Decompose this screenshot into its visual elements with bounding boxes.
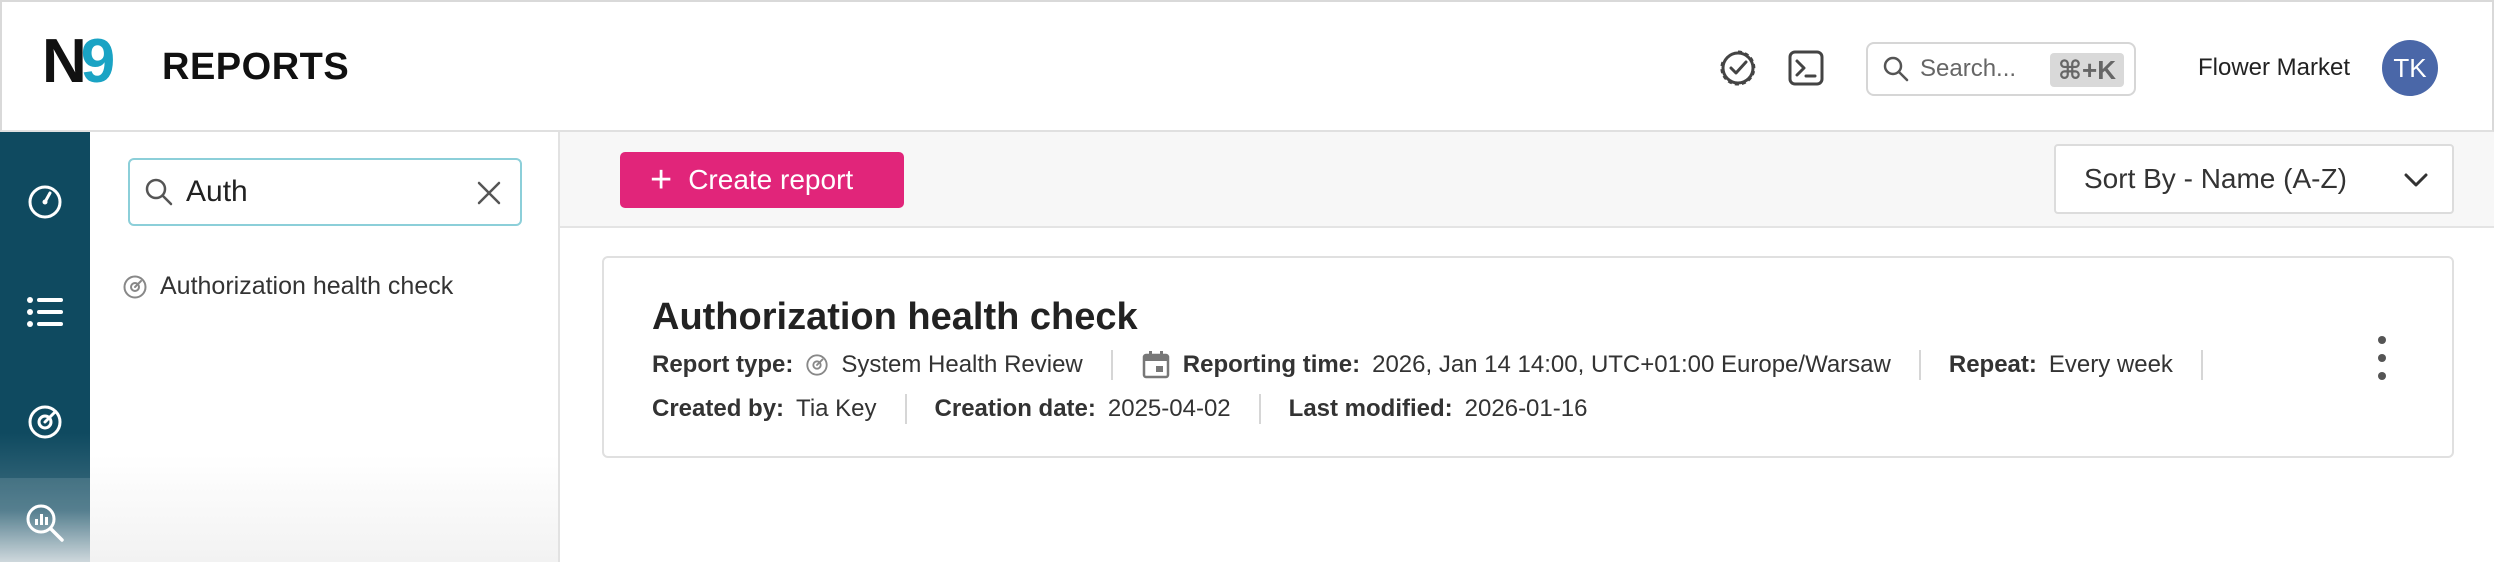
health-check-icon	[123, 275, 147, 298]
created-by-key: Created by:	[652, 395, 785, 422]
report-filter[interactable]	[128, 158, 522, 226]
health-check-icon	[806, 354, 828, 376]
report-meta-row-1: Report type: System Health Review Report…	[652, 350, 2231, 380]
app-logo[interactable]: N 9	[42, 27, 116, 96]
health-status-icon[interactable]	[1716, 46, 1760, 90]
sort-dropdown[interactable]: Sort By - Name (A-Z)	[2054, 144, 2454, 214]
terminal-icon[interactable]	[1784, 46, 1828, 90]
logo-letter: N	[42, 27, 87, 96]
repeat-value: Every week	[2048, 351, 2173, 378]
reporting-time: Reporting time: 2026, Jan 14 14:00, UTC+…	[1141, 350, 1891, 380]
meta-divider	[2200, 350, 2203, 380]
logo-digit: 9	[80, 27, 116, 96]
repeat: Repeat: Every week	[1949, 351, 2173, 379]
search-shortcut-badge: ⌘+K	[2049, 53, 2124, 87]
meta-divider	[1918, 350, 1921, 380]
kebab-dot	[2378, 336, 2386, 344]
creation-date: Creation date: 2025-04-02	[935, 395, 1231, 423]
last-modified: Last modified: 2026-01-16	[1289, 395, 1588, 423]
kebab-dot	[2378, 372, 2386, 380]
user-avatar[interactable]: TK	[2382, 40, 2438, 96]
side-result-item[interactable]: Authorization health check	[122, 272, 453, 301]
reporting-time-value: 2026, Jan 14 14:00, UTC+01:00 Europe/War…	[1372, 351, 1891, 378]
rail-item-list[interactable]	[0, 272, 90, 352]
reports-toolbar: + Create report Sort By - Name (A-Z)	[560, 132, 2494, 228]
report-more-options-icon[interactable]	[2372, 336, 2392, 380]
create-report-button[interactable]: + Create report	[620, 152, 904, 208]
reporting-time-key: Reporting time:	[1182, 351, 1361, 378]
calendar-icon	[1142, 351, 1170, 379]
search-icon	[145, 178, 173, 206]
reports-search-icon	[26, 504, 64, 542]
chevron-down-icon	[2404, 173, 2428, 187]
created-by-value: Tia Key	[796, 395, 877, 422]
create-report-label: Create report	[688, 164, 854, 195]
creation-date-key: Creation date:	[934, 395, 1096, 422]
repeat-key: Repeat:	[1948, 351, 2037, 378]
meta-divider	[904, 394, 907, 424]
report-filter-input[interactable]	[186, 175, 446, 209]
report-meta-row-2: Created by: Tia Key Creation date: 2025-…	[652, 394, 1587, 424]
meta-divider	[1110, 350, 1113, 380]
clear-filter-icon[interactable]	[474, 178, 504, 208]
search-icon	[1883, 56, 1909, 82]
dashboard-icon	[28, 185, 62, 219]
plus-icon: +	[650, 159, 673, 201]
health-check-icon	[28, 405, 62, 439]
list-icon	[27, 297, 63, 327]
organization-name[interactable]: Flower Market	[2198, 54, 2350, 82]
report-type-value: System Health Review	[841, 351, 1083, 378]
report-type-key: Report type:	[652, 351, 794, 378]
main-content: + Create report Sort By - Name (A-Z) Aut…	[560, 132, 2494, 562]
created-by: Created by: Tia Key	[652, 395, 877, 423]
report-card-title[interactable]: Authorization health check	[652, 296, 1138, 339]
last-modified-value: 2026-01-16	[1464, 395, 1588, 422]
global-search[interactable]: Search... ⌘+K	[1866, 42, 2136, 96]
top-header: N 9 REPORTS Search... ⌘+K Flower Market …	[0, 0, 2494, 132]
meta-divider	[1258, 394, 1261, 424]
rail-item-dashboard[interactable]	[0, 162, 90, 242]
kebab-dot	[2378, 354, 2386, 362]
side-result-label: Authorization health check	[160, 272, 454, 300]
sort-dropdown-label: Sort By - Name (A-Z)	[2084, 163, 2347, 194]
left-nav-rail	[0, 132, 90, 562]
report-type: Report type: System Health Review	[652, 351, 1083, 379]
last-modified-key: Last modified:	[1288, 395, 1453, 422]
search-placeholder: Search...	[1920, 55, 2017, 82]
reports-side-panel: Authorization health check	[90, 132, 560, 562]
rail-item-health[interactable]	[0, 382, 90, 462]
creation-date-value: 2025-04-02	[1107, 395, 1231, 422]
report-card[interactable]: Authorization health check Report type: …	[602, 256, 2454, 458]
rail-item-reports[interactable]	[0, 478, 90, 562]
page-title: REPORTS	[162, 46, 350, 88]
